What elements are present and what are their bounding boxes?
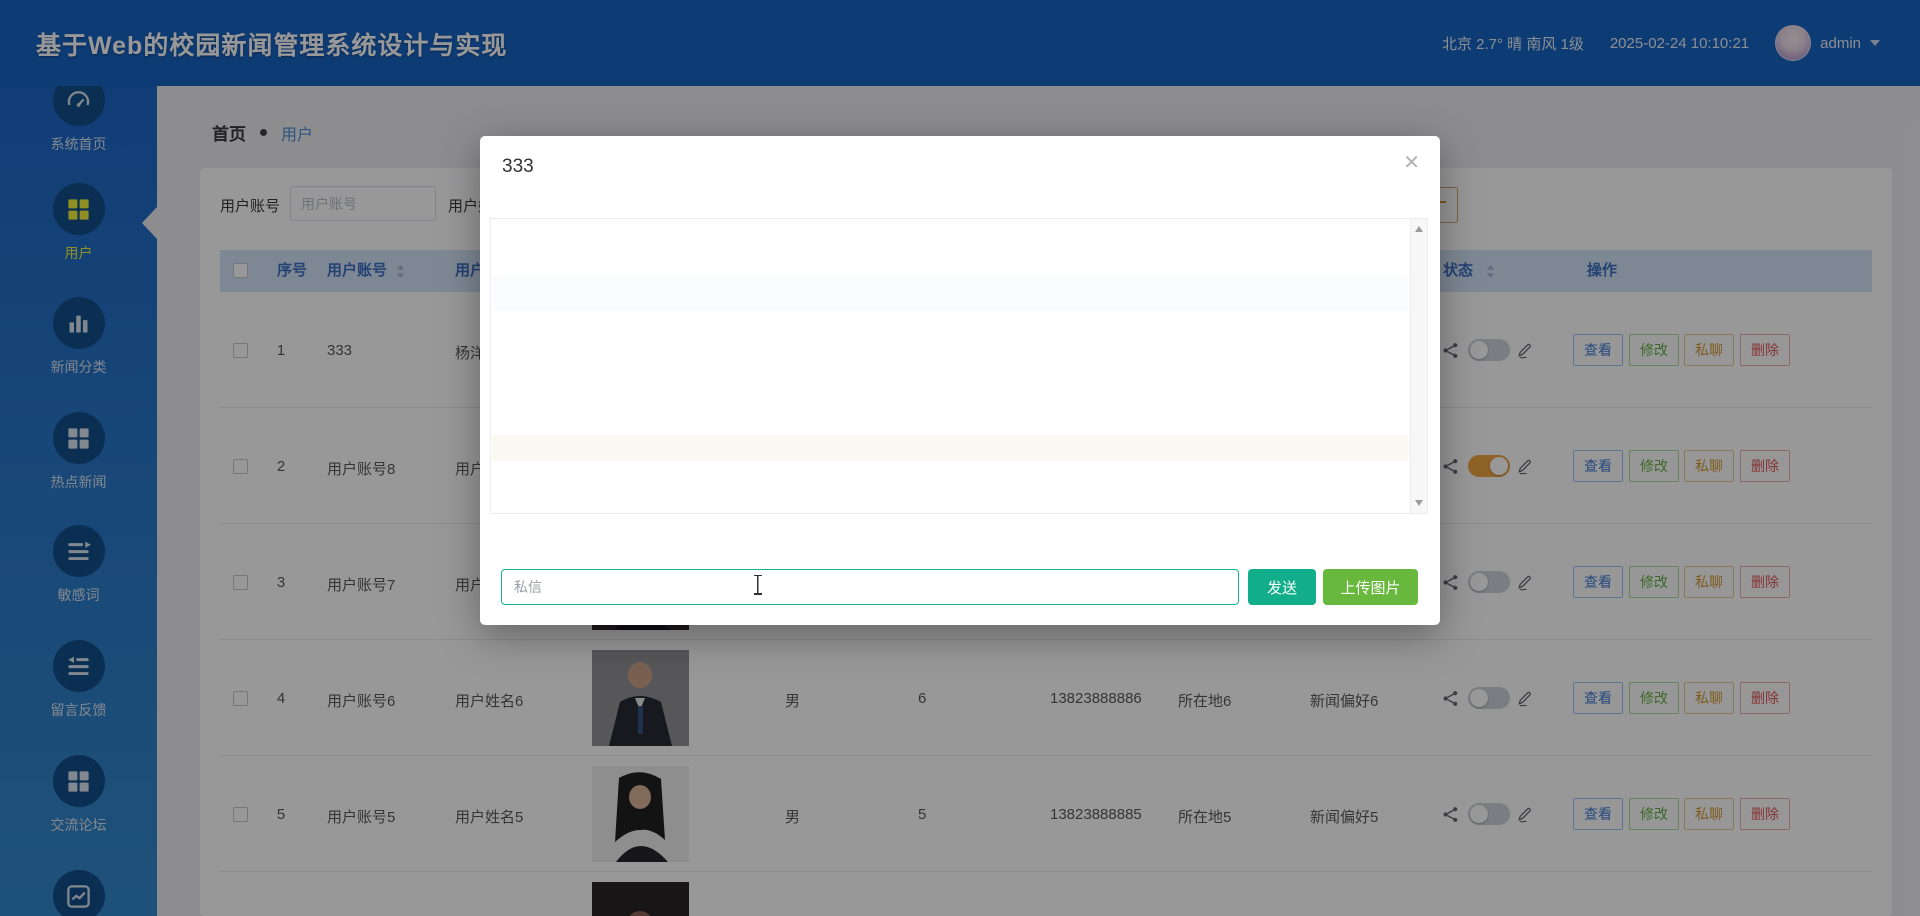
send-button[interactable]: 发送 xyxy=(1248,569,1316,605)
text-cursor-icon xyxy=(752,573,763,596)
modal-title: 333 xyxy=(502,156,534,177)
upload-image-button[interactable]: 上传图片 xyxy=(1323,569,1418,605)
message-band xyxy=(492,435,1409,461)
scroll-down-icon[interactable] xyxy=(1415,500,1423,506)
scroll-up-icon[interactable] xyxy=(1415,226,1423,232)
message-band xyxy=(492,277,1409,311)
private-message-modal: 333 ✕ 发送 上传图片 xyxy=(480,136,1440,625)
scrollbar[interactable] xyxy=(1410,219,1427,513)
message-input[interactable] xyxy=(501,569,1239,605)
message-history-panel xyxy=(490,218,1428,514)
close-icon[interactable]: ✕ xyxy=(1403,150,1420,175)
